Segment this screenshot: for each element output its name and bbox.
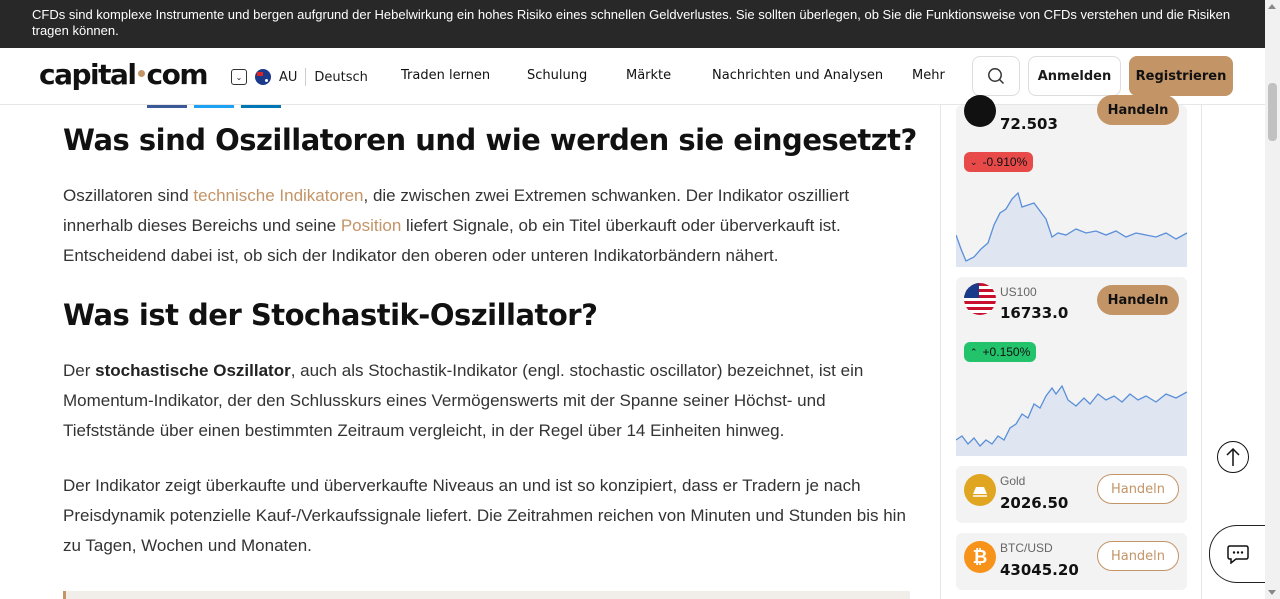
market-price: 2026.50 xyxy=(1000,494,1069,512)
market-card-gold[interactable]: Gold 2026.50 Handeln xyxy=(956,466,1187,523)
scrollbar-thumb[interactable] xyxy=(1268,83,1277,141)
market-price: 43045.20 xyxy=(1000,561,1079,579)
heading-oscillators: Was sind Oszillatoren und wie werden sie… xyxy=(63,123,917,157)
market-change-badge: ⌃ +0.150% xyxy=(964,342,1037,362)
language-label[interactable]: Deutsch xyxy=(314,70,368,85)
nav-nachrichten-analysen[interactable]: Nachrichten und Analysen xyxy=(712,68,883,83)
login-button[interactable]: Anmelden xyxy=(1028,56,1121,96)
logo-text-left: capital xyxy=(39,58,137,91)
chevron-down-icon: ⌄ xyxy=(970,156,978,167)
search-icon xyxy=(988,68,1005,85)
market-ticker: BTC/USD xyxy=(1000,541,1053,555)
australia-flag-icon xyxy=(255,69,271,85)
scroll-up-arrow-icon[interactable] xyxy=(1268,4,1276,9)
oil-icon xyxy=(964,95,996,127)
trade-button[interactable]: Handeln xyxy=(1097,541,1179,571)
twitter-share-button[interactable] xyxy=(194,105,234,108)
highlight-box xyxy=(63,591,910,599)
divider xyxy=(305,68,307,86)
market-card-oil[interactable]: Handeln 72.503 ⌄ -0.910% xyxy=(956,95,1187,267)
logo-dot-icon xyxy=(137,70,145,77)
chat-icon xyxy=(1226,545,1249,564)
market-price: 16733.0 xyxy=(1000,304,1069,322)
linkedin-share-button[interactable] xyxy=(241,105,281,108)
paragraph-stochastic-definition: Der stochastische Oszillator, auch als S… xyxy=(63,361,864,440)
chat-button[interactable] xyxy=(1209,525,1265,583)
capital-com-logo[interactable]: capital com xyxy=(39,58,209,91)
scroll-to-top-button[interactable] xyxy=(1217,441,1249,473)
search-button[interactable] xyxy=(972,56,1020,96)
logo-text-right: com xyxy=(146,58,209,91)
market-sparkline xyxy=(956,384,1187,456)
paragraph-stochastic-signals: Der Indikator zeigt überkaufte und überv… xyxy=(63,476,906,555)
market-card-btc-usd[interactable]: ₿ BTC/USD 43045.20 Handeln xyxy=(956,533,1187,590)
gold-bar-icon xyxy=(964,474,996,506)
facebook-share-button[interactable] xyxy=(147,105,187,108)
bitcoin-icon: ₿ xyxy=(964,541,996,573)
heading-stochastic: Was ist der Stochastik-Oszillator? xyxy=(63,298,598,332)
market-ticker: US100 xyxy=(1000,285,1037,299)
link-technische-indikatoren[interactable]: technische Indikatoren xyxy=(193,186,363,205)
nav-traden-lernen[interactable]: Traden lernen xyxy=(401,68,490,83)
market-card-us100[interactable]: US100 16733.0 Handeln ⌃ +0.150% xyxy=(956,277,1187,456)
nav-schulung[interactable]: Schulung xyxy=(527,68,587,83)
trade-button[interactable]: Handeln xyxy=(1097,95,1179,125)
risk-warning-banner: CFDs sind komplexe Instrumente und berge… xyxy=(0,0,1265,48)
site-header: capital com ⌄ AU Deutsch Traden lernen Sc… xyxy=(0,48,1265,105)
region-language-selector[interactable]: ⌄ AU Deutsch xyxy=(231,68,368,86)
scroll-down-arrow-icon[interactable] xyxy=(1268,590,1276,595)
us-flag-icon xyxy=(964,283,996,315)
page-scrollbar[interactable] xyxy=(1265,0,1280,599)
market-sparkline xyxy=(956,191,1187,267)
nav-mehr[interactable]: Mehr xyxy=(912,68,945,83)
market-change-badge: ⌄ -0.910% xyxy=(964,152,1034,172)
chevron-up-icon: ⌃ xyxy=(970,346,978,357)
nav-maerkte[interactable]: Märkte xyxy=(626,68,671,83)
chevron-down-icon[interactable]: ⌄ xyxy=(231,69,247,85)
market-ticker: Gold xyxy=(1000,474,1026,488)
arrow-up-icon xyxy=(1226,447,1240,466)
market-price: 72.503 xyxy=(1000,115,1058,133)
paragraph-oscillators: Oszillatoren sind technische Indikatoren… xyxy=(63,186,850,265)
register-button[interactable]: Registrieren xyxy=(1129,56,1233,96)
link-position[interactable]: Position xyxy=(341,216,401,235)
trade-button[interactable]: Handeln xyxy=(1097,285,1179,315)
trade-button[interactable]: Handeln xyxy=(1097,474,1179,504)
region-label: AU xyxy=(279,69,298,85)
